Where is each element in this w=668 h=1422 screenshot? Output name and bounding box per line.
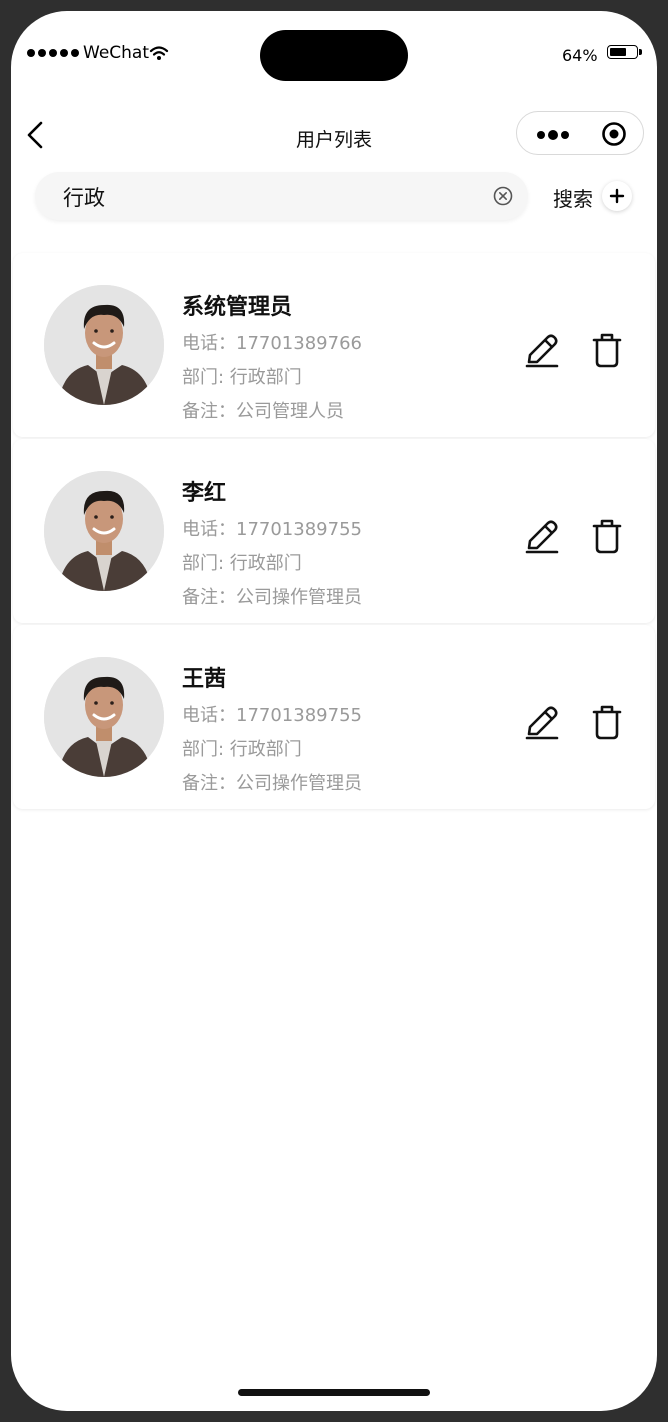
user-note: 备注：公司操作管理员 bbox=[182, 769, 362, 795]
note-value: 公司操作管理员 bbox=[236, 587, 362, 608]
user-name: 系统管理员 bbox=[182, 295, 293, 320]
more-button[interactable] bbox=[531, 122, 571, 146]
note-label: 备注： bbox=[182, 401, 236, 422]
add-user-button[interactable] bbox=[602, 181, 632, 211]
avatar bbox=[44, 471, 164, 591]
more-dots-icon bbox=[537, 130, 569, 140]
phone-screen: WeChat 64% 用户列表 行政 搜索 系统管理员 电话：177013897… bbox=[11, 11, 657, 1411]
dept-label: 部门: bbox=[182, 367, 230, 388]
phone-label: 电话： bbox=[182, 333, 236, 354]
phone-value: 17701389755 bbox=[236, 519, 362, 540]
wifi-icon bbox=[149, 46, 169, 60]
avatar bbox=[44, 285, 164, 405]
user-card[interactable]: 系统管理员 电话：17701389766 部门: 行政部门 备注：公司管理人员 bbox=[13, 253, 655, 437]
clear-search-button[interactable] bbox=[492, 185, 514, 207]
phone-label: 电话： bbox=[182, 519, 236, 540]
avatar-photo bbox=[44, 471, 164, 591]
signal-icon bbox=[27, 49, 79, 57]
phone-label: 电话： bbox=[182, 705, 236, 726]
dept-label: 部门: bbox=[182, 739, 230, 760]
status-bar: WeChat 64% bbox=[11, 11, 657, 91]
avatar bbox=[44, 657, 164, 777]
phone-value: 17701389766 bbox=[236, 333, 362, 354]
delete-button[interactable] bbox=[589, 703, 625, 741]
dept-value: 行政部门 bbox=[229, 739, 302, 760]
note-value: 公司操作管理员 bbox=[236, 773, 362, 794]
home-indicator bbox=[238, 1389, 430, 1396]
avatar-photo bbox=[44, 657, 164, 777]
edit-button[interactable] bbox=[523, 517, 561, 555]
mini-program-capsule bbox=[516, 111, 644, 155]
user-department: 部门: 行政部门 bbox=[182, 363, 302, 389]
note-value: 公司管理人员 bbox=[236, 401, 344, 422]
dynamic-island bbox=[260, 30, 408, 81]
user-note: 备注：公司管理人员 bbox=[182, 397, 344, 423]
user-phone: 电话：17701389755 bbox=[182, 515, 362, 541]
user-list: 系统管理员 电话：17701389766 部门: 行政部门 备注：公司管理人员 bbox=[11, 253, 657, 811]
user-department: 部门: 行政部门 bbox=[182, 549, 302, 575]
edit-button[interactable] bbox=[523, 703, 561, 741]
close-miniprogram-button[interactable] bbox=[601, 121, 627, 147]
delete-button[interactable] bbox=[589, 517, 625, 555]
avatar-photo bbox=[44, 285, 164, 405]
user-note: 备注：公司操作管理员 bbox=[182, 583, 362, 609]
user-phone: 电话：17701389766 bbox=[182, 329, 362, 355]
user-department: 部门: 行政部门 bbox=[182, 735, 302, 761]
phone-value: 17701389755 bbox=[236, 705, 362, 726]
user-phone: 电话：17701389755 bbox=[182, 701, 362, 727]
dept-label: 部门: bbox=[182, 553, 230, 574]
search-bar bbox=[35, 172, 528, 220]
dept-value: 行政部门 bbox=[229, 553, 302, 574]
user-card[interactable]: 李红 电话：17701389755 部门: 行政部门 备注：公司操作管理员 bbox=[13, 439, 655, 623]
user-name: 王茜 bbox=[182, 667, 227, 692]
delete-button[interactable] bbox=[589, 331, 625, 369]
user-name: 李红 bbox=[182, 481, 227, 506]
carrier-name: WeChat bbox=[83, 43, 149, 63]
navigation-bar: 用户列表 bbox=[11, 99, 657, 159]
battery-percent: 64% bbox=[562, 46, 598, 65]
search-input[interactable] bbox=[61, 182, 465, 212]
dept-value: 行政部门 bbox=[229, 367, 302, 388]
note-label: 备注： bbox=[182, 587, 236, 608]
user-card[interactable]: 王茜 电话：17701389755 部门: 行政部门 备注：公司操作管理员 bbox=[13, 625, 655, 809]
battery-icon bbox=[607, 45, 643, 61]
search-button[interactable]: 搜索 bbox=[553, 183, 593, 212]
edit-button[interactable] bbox=[523, 331, 561, 369]
note-label: 备注： bbox=[182, 773, 236, 794]
